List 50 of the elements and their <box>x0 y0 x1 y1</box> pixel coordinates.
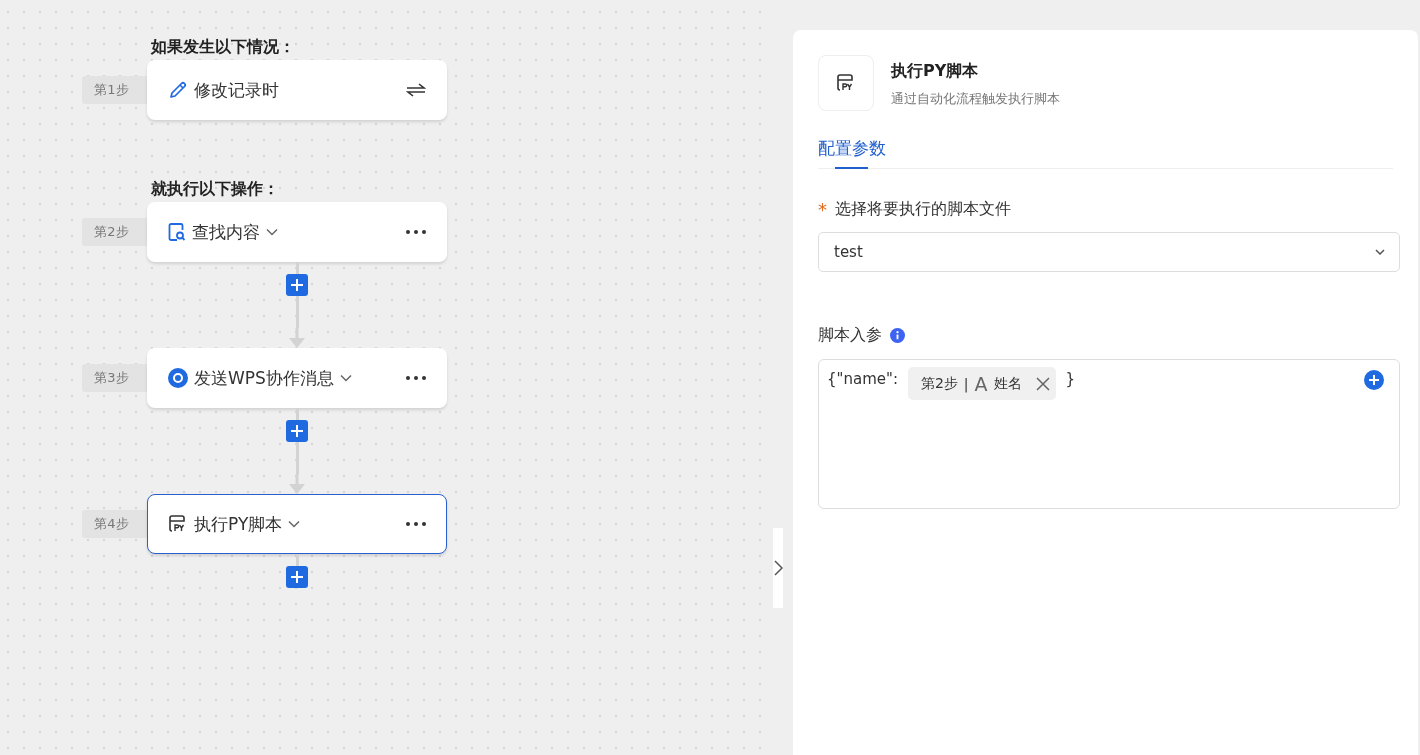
add-step-button[interactable] <box>286 420 308 442</box>
add-step-button[interactable] <box>286 274 308 296</box>
chevron-down-icon <box>1375 249 1385 255</box>
search-document-icon <box>168 222 186 242</box>
add-icon[interactable] <box>1364 370 1384 390</box>
params-input[interactable]: {"name": 第2步 | A 姓名 } <box>818 359 1400 509</box>
step-title: 发送WPS协作消息 <box>194 366 334 390</box>
step-card[interactable]: 查找内容 <box>147 202 447 262</box>
pencil-icon <box>168 80 188 100</box>
info-icon[interactable] <box>890 328 905 343</box>
collapse-panel-button[interactable] <box>773 528 783 608</box>
step-number: 第4步 <box>82 510 147 538</box>
step-card[interactable]: 执行PY脚本 <box>147 494 447 554</box>
step-number: 第1步 <box>82 76 147 104</box>
more-icon[interactable] <box>406 376 426 380</box>
step-title: 执行PY脚本 <box>194 512 283 536</box>
step-card[interactable]: 发送WPS协作消息 <box>147 348 447 408</box>
chevron-down-icon[interactable] <box>339 374 352 382</box>
step-title: 查找内容 <box>192 220 260 244</box>
script-select[interactable]: test <box>818 232 1400 272</box>
close-icon[interactable] <box>1035 376 1050 391</box>
panel-title: 执行PY脚本 <box>891 61 980 82</box>
step-title: 修改记录时 <box>194 78 279 102</box>
add-step-button[interactable] <box>286 566 308 588</box>
field-token[interactable]: 第2步 | A 姓名 <box>907 367 1056 400</box>
section-title: 就执行以下操作： <box>151 178 280 200</box>
text-type-glyph: A <box>974 372 988 395</box>
required-mark: * <box>818 199 827 220</box>
python-script-icon <box>168 514 188 534</box>
chat-circle-icon <box>168 368 188 388</box>
section-title: 如果发生以下情况： <box>151 36 296 58</box>
tab[interactable]: 配置参数 <box>818 137 886 168</box>
token-separator: | <box>963 375 969 392</box>
chevron-down-icon[interactable] <box>266 228 278 236</box>
panel-subtitle: 通过自动化流程触发执行脚本 <box>891 90 1060 108</box>
more-icon[interactable] <box>406 522 426 526</box>
step-card[interactable]: 修改记录时 <box>147 60 447 120</box>
chevron-down-icon[interactable] <box>288 520 301 528</box>
step-number: 第2步 <box>82 218 147 246</box>
swap-icon[interactable] <box>406 82 426 98</box>
json-text: } <box>1065 370 1076 388</box>
step-number: 第3步 <box>82 364 147 392</box>
field-label: 脚本入参 <box>818 325 882 346</box>
token-field: 姓名 <box>993 374 1022 393</box>
chevron-right-icon <box>773 560 783 576</box>
field-label: 选择将要执行的脚本文件 <box>835 199 1011 220</box>
python-script-icon <box>836 73 856 93</box>
token-step: 第2步 <box>920 374 958 393</box>
json-text: {"name": <box>827 370 898 388</box>
more-icon[interactable] <box>406 230 426 234</box>
